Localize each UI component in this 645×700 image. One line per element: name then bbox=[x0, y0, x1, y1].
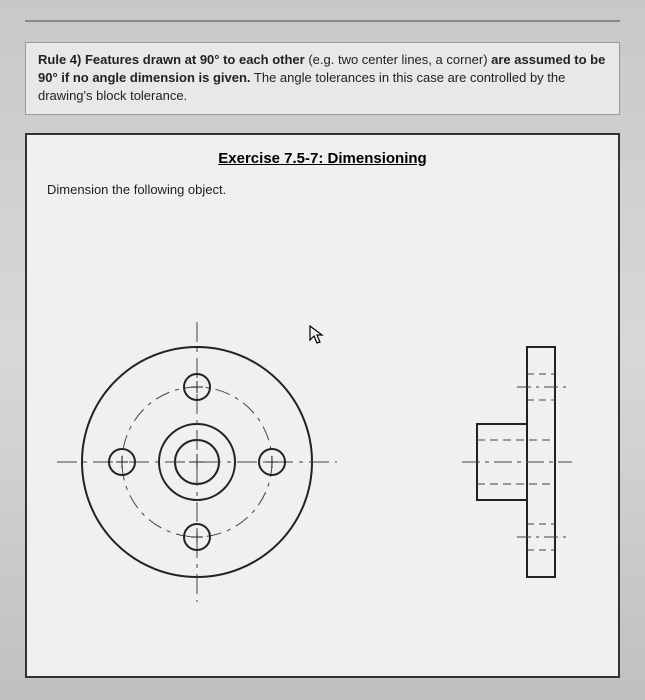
rule-plain-1: (e.g. two center lines, a corner) bbox=[305, 52, 491, 67]
drawing-area bbox=[47, 207, 598, 627]
rule-box: Rule 4) Features drawn at 90° to each ot… bbox=[25, 42, 620, 115]
rule-bold-1: Rule 4) Features drawn at 90° to each ot… bbox=[38, 52, 305, 67]
exercise-instruction: Dimension the following object. bbox=[47, 182, 598, 197]
top-divider bbox=[25, 20, 620, 22]
technical-drawing bbox=[47, 207, 607, 627]
exercise-container: Exercise 7.5-7: Dimensioning Dimension t… bbox=[25, 133, 620, 678]
exercise-title: Exercise 7.5-7: Dimensioning bbox=[47, 150, 598, 167]
